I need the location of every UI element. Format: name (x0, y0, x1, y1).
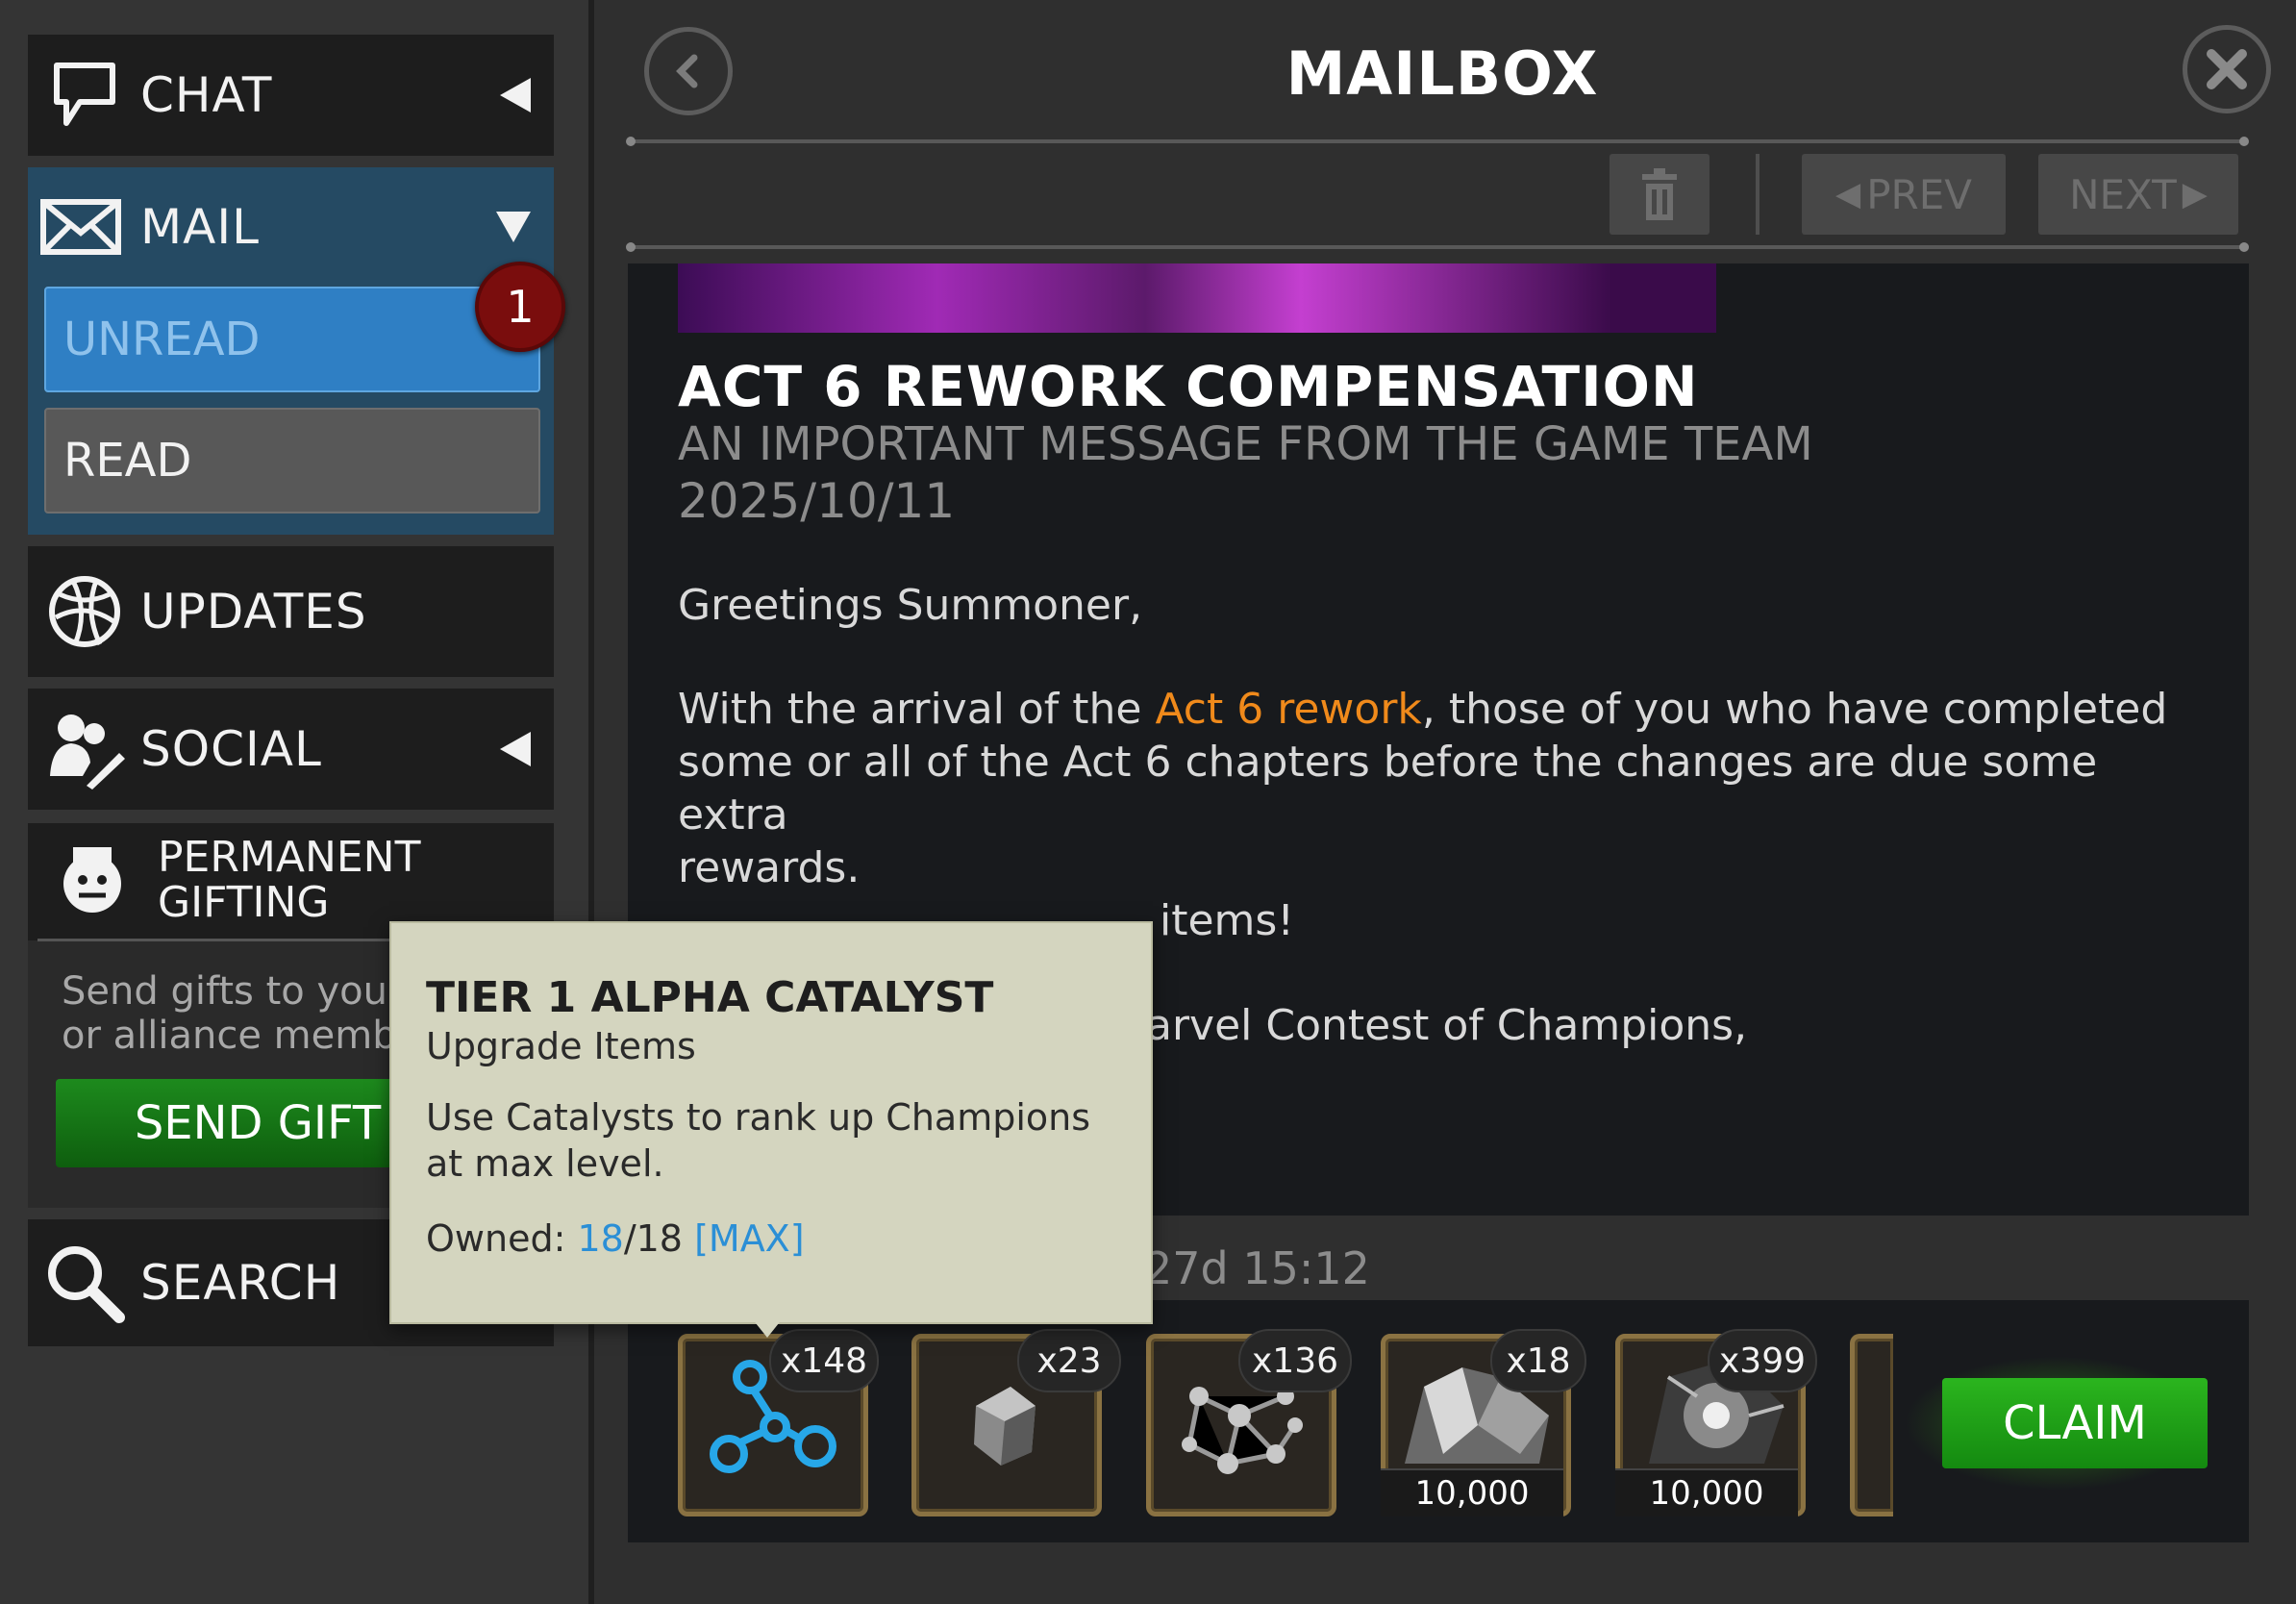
message-signoff: arvel Contest of Champions, (1146, 1001, 1748, 1050)
owned-current: 18 (577, 1217, 624, 1260)
tooltip-description: Use Catalysts to rank up Champions at ma… (426, 1096, 1091, 1185)
p1-line3: rewards. (678, 843, 861, 892)
unread-tab[interactable]: UNREAD (44, 287, 540, 392)
reward-value-label: 10,000 (1381, 1468, 1563, 1516)
sidebar-divider (588, 0, 594, 1604)
expand-arrow-icon (500, 732, 531, 766)
sidebar-item-social[interactable]: SOCIAL (28, 689, 554, 810)
mail-label: MAIL (140, 199, 260, 255)
reward-qty: x399 (1708, 1329, 1817, 1392)
chat-label: CHAT (140, 67, 273, 123)
unread-count-badge: 1 (475, 262, 565, 352)
gifting-label-line2: GIFTING (158, 878, 330, 927)
gift-desc-line2: or alliance membe (62, 1014, 421, 1058)
reward-qty: x23 (1017, 1329, 1121, 1392)
social-people-icon (41, 706, 128, 792)
prev-button[interactable]: ◀ PREV (1802, 154, 2006, 235)
reward-qty: x136 (1238, 1329, 1352, 1392)
header-divider (626, 137, 2249, 146)
message-paragraph: With the arrival of the Act 6 rework, th… (678, 683, 2216, 894)
prev-label: PREV (1866, 170, 1972, 218)
item-tooltip: TIER 1 ALPHA CATALYST Upgrade Items Use … (389, 921, 1153, 1324)
page-title: MAILBOX (1285, 38, 1599, 109)
p1-text-start: With the arrival of the (678, 685, 1156, 734)
tooltip-pointer (752, 1318, 783, 1338)
mail-section: MAIL UNREAD READ (28, 167, 554, 535)
gifting-label-line1: PERMANENT (158, 833, 421, 882)
read-label: READ (63, 434, 192, 488)
chevron-left-icon (676, 54, 698, 88)
next-arrow-icon: ▶ (2182, 175, 2208, 213)
envelope-icon (37, 184, 124, 270)
sidebar-item-mail[interactable]: MAIL (28, 167, 554, 287)
back-button[interactable] (644, 27, 733, 115)
search-label: SEARCH (140, 1255, 341, 1311)
tooltip-owned: Owned: 18/18 [MAX] (426, 1217, 805, 1260)
p1-line2: some or all of the Act 6 chapters before… (678, 738, 2098, 840)
toolbar-separator (1756, 154, 1759, 235)
reward-qty: x148 (769, 1329, 879, 1392)
owned-label: Owned: (426, 1217, 578, 1260)
tooltip-title: TIER 1 ALPHA CATALYST (426, 973, 994, 1022)
expand-arrow-icon (500, 78, 531, 113)
social-label: SOCIAL (140, 721, 322, 777)
sidebar-item-updates[interactable]: UPDATES (28, 546, 554, 677)
message-date: 2025/10/11 (678, 473, 956, 529)
sidebar-item-chat[interactable]: CHAT (28, 35, 554, 156)
trash-icon (1642, 168, 1677, 220)
reward-qty: x18 (1490, 1329, 1586, 1392)
collapse-arrow-icon (496, 212, 531, 242)
next-button[interactable]: NEXT ▶ (2038, 154, 2238, 235)
reward-item-partial[interactable] (1850, 1334, 1893, 1516)
claim-button[interactable]: CLAIM (1942, 1378, 2208, 1468)
toolbar-divider (626, 242, 2249, 252)
prev-arrow-icon: ◀ (1835, 175, 1861, 213)
search-icon (41, 1240, 128, 1326)
message-banner-image (678, 263, 1716, 333)
owned-separator: /18 (623, 1217, 695, 1260)
chat-icon (41, 52, 128, 138)
act6-rework-link[interactable]: Act 6 rework (1155, 685, 1421, 734)
close-button[interactable] (2183, 25, 2271, 113)
delete-button[interactable] (1610, 154, 1710, 235)
reward-value-label: 10,000 (1615, 1468, 1798, 1516)
message-greeting: Greetings Summoner, (678, 581, 1143, 630)
next-label: NEXT (2069, 170, 2177, 218)
read-tab[interactable]: READ (44, 408, 540, 514)
close-icon (2207, 49, 2247, 89)
globe-icon (41, 568, 128, 655)
tooltip-category: Upgrade Items (426, 1025, 696, 1067)
p1-text-end: , those of you who have completed (1421, 685, 2168, 734)
gift-mascot-icon (49, 839, 136, 925)
message-subtitle: AN IMPORTANT MESSAGE FROM THE GAME TEAM (678, 417, 1813, 471)
updates-label: UPDATES (140, 584, 367, 639)
message-title: ACT 6 REWORK COMPENSATION (678, 354, 1699, 419)
owned-max: [MAX] (694, 1217, 805, 1260)
gift-desc-line1: Send gifts to your (62, 969, 404, 1014)
unread-label: UNREAD (63, 313, 261, 366)
message-claim-prompt: items! (1160, 896, 1294, 945)
expiry-timer: 27d 15:12 (1144, 1242, 1370, 1294)
